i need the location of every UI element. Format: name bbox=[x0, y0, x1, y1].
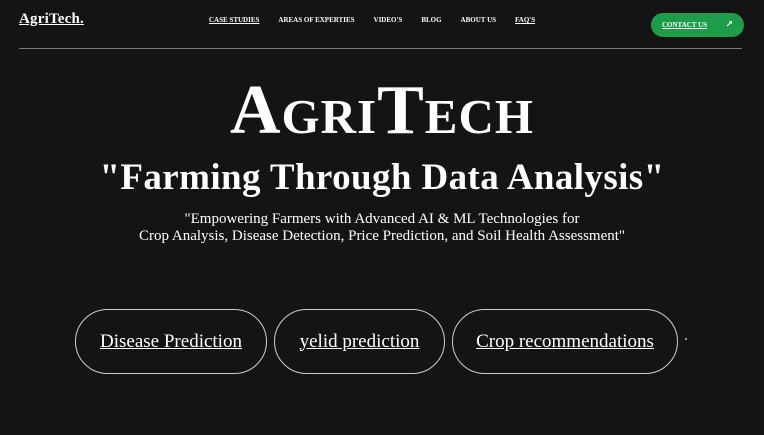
carousel-edge-marker bbox=[685, 338, 687, 340]
nav-faqs[interactable]: FAQ'S bbox=[515, 16, 535, 24]
hero-tagline: "Farming Through Data Analysis" bbox=[99, 157, 665, 198]
contact-us-button[interactable]: CONTACT US ↗ bbox=[651, 13, 744, 37]
crop-recommendations-button[interactable]: Crop recommendations bbox=[452, 309, 678, 374]
nav-blog[interactable]: BLOG bbox=[421, 16, 441, 24]
nav-about-us[interactable]: ABOUT US bbox=[461, 16, 496, 24]
page: AgriTech. CASE STUDIES AREAS OF EXPERTIE… bbox=[0, 0, 764, 435]
contact-us-label: CONTACT US bbox=[662, 21, 708, 29]
hero-brand-title: AgriTech bbox=[230, 72, 534, 149]
hero-description-line-2: Crop Analysis, Disease Detection, Price … bbox=[138, 228, 626, 244]
nav-areas-of-experties[interactable]: AREAS OF EXPERTIES bbox=[278, 16, 354, 24]
logo[interactable]: AgriTech. bbox=[19, 11, 84, 28]
main-nav: CASE STUDIES AREAS OF EXPERTIES VIDEO'S … bbox=[209, 16, 554, 24]
yield-prediction-button[interactable]: yelid prediction bbox=[274, 309, 445, 374]
nav-videos[interactable]: VIDEO'S bbox=[374, 16, 403, 24]
arrow-icon: ↗ bbox=[725, 20, 733, 30]
hero-description: "Empowering Farmers with Advanced AI & M… bbox=[0, 211, 764, 245]
header-divider bbox=[19, 48, 742, 49]
hero-description-line-1: "Empowering Farmers with Advanced AI & M… bbox=[184, 211, 580, 227]
disease-prediction-button[interactable]: Disease Prediction bbox=[75, 309, 267, 374]
nav-case-studies[interactable]: CASE STUDIES bbox=[209, 16, 259, 24]
